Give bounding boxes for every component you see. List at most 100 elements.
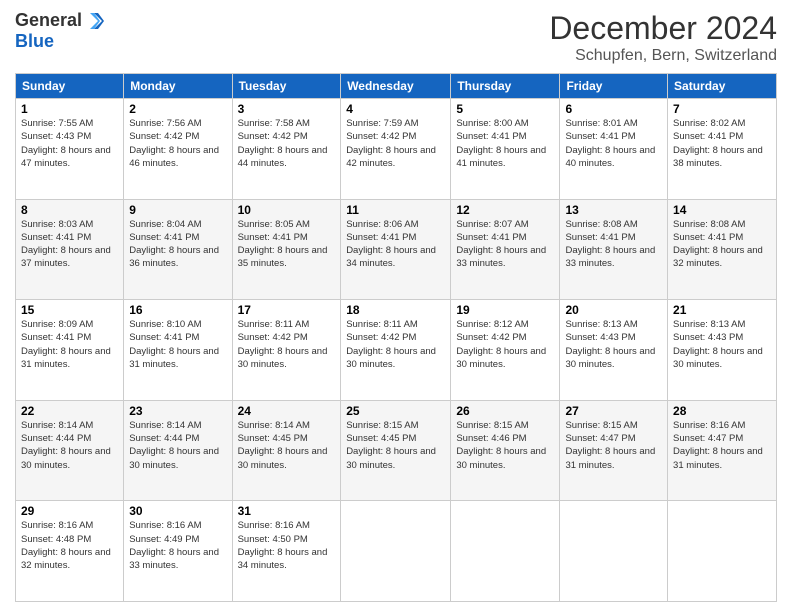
day-info: Sunrise: 8:16 AMSunset: 4:49 PMDaylight:… [129,519,226,572]
day-number: 12 [456,203,554,217]
day-info: Sunrise: 8:10 AMSunset: 4:41 PMDaylight:… [129,318,226,371]
table-row: 6 Sunrise: 8:01 AMSunset: 4:41 PMDayligh… [560,99,668,200]
day-info: Sunrise: 8:11 AMSunset: 4:42 PMDaylight:… [238,318,336,371]
table-row: 21 Sunrise: 8:13 AMSunset: 4:43 PMDaylig… [668,300,777,401]
calendar-week-row: 1 Sunrise: 7:55 AMSunset: 4:43 PMDayligh… [16,99,777,200]
day-number: 6 [565,102,662,116]
day-info: Sunrise: 8:12 AMSunset: 4:42 PMDaylight:… [456,318,554,371]
table-row: 26 Sunrise: 8:15 AMSunset: 4:46 PMDaylig… [451,400,560,501]
table-row: 28 Sunrise: 8:16 AMSunset: 4:47 PMDaylig… [668,400,777,501]
day-info: Sunrise: 8:14 AMSunset: 4:45 PMDaylight:… [238,419,336,472]
table-row: 15 Sunrise: 8:09 AMSunset: 4:41 PMDaylig… [16,300,124,401]
day-info: Sunrise: 8:14 AMSunset: 4:44 PMDaylight:… [129,419,226,472]
day-info: Sunrise: 8:08 AMSunset: 4:41 PMDaylight:… [673,218,771,271]
day-number: 14 [673,203,771,217]
page: General Blue December 2024 Schupfen, Ber… [0,0,792,612]
day-info: Sunrise: 7:58 AMSunset: 4:42 PMDaylight:… [238,117,336,170]
table-row: 5 Sunrise: 8:00 AMSunset: 4:41 PMDayligh… [451,99,560,200]
day-number: 23 [129,404,226,418]
month-title: December 2024 [549,10,777,47]
calendar-week-row: 15 Sunrise: 8:09 AMSunset: 4:41 PMDaylig… [16,300,777,401]
day-info: Sunrise: 8:13 AMSunset: 4:43 PMDaylight:… [673,318,771,371]
day-number: 5 [456,102,554,116]
day-number: 26 [456,404,554,418]
day-info: Sunrise: 8:16 AMSunset: 4:48 PMDaylight:… [21,519,118,572]
day-number: 17 [238,303,336,317]
table-row: 12 Sunrise: 8:07 AMSunset: 4:41 PMDaylig… [451,199,560,300]
col-sunday: Sunday [16,74,124,99]
table-row: 27 Sunrise: 8:15 AMSunset: 4:47 PMDaylig… [560,400,668,501]
table-row: 18 Sunrise: 8:11 AMSunset: 4:42 PMDaylig… [341,300,451,401]
calendar-week-row: 8 Sunrise: 8:03 AMSunset: 4:41 PMDayligh… [16,199,777,300]
table-row: 2 Sunrise: 7:56 AMSunset: 4:42 PMDayligh… [124,99,232,200]
day-number: 18 [346,303,445,317]
header: General Blue December 2024 Schupfen, Ber… [15,10,777,65]
day-number: 19 [456,303,554,317]
day-info: Sunrise: 8:05 AMSunset: 4:41 PMDaylight:… [238,218,336,271]
col-friday: Friday [560,74,668,99]
day-number: 20 [565,303,662,317]
day-number: 25 [346,404,445,418]
day-number: 31 [238,504,336,518]
day-info: Sunrise: 8:15 AMSunset: 4:45 PMDaylight:… [346,419,445,472]
col-wednesday: Wednesday [341,74,451,99]
day-number: 9 [129,203,226,217]
day-info: Sunrise: 8:15 AMSunset: 4:47 PMDaylight:… [565,419,662,472]
day-info: Sunrise: 8:03 AMSunset: 4:41 PMDaylight:… [21,218,118,271]
table-row: 31 Sunrise: 8:16 AMSunset: 4:50 PMDaylig… [232,501,341,602]
day-number: 7 [673,102,771,116]
col-tuesday: Tuesday [232,74,341,99]
day-number: 1 [21,102,118,116]
table-row: 24 Sunrise: 8:14 AMSunset: 4:45 PMDaylig… [232,400,341,501]
day-info: Sunrise: 7:59 AMSunset: 4:42 PMDaylight:… [346,117,445,170]
table-row: 7 Sunrise: 8:02 AMSunset: 4:41 PMDayligh… [668,99,777,200]
table-row: 14 Sunrise: 8:08 AMSunset: 4:41 PMDaylig… [668,199,777,300]
day-number: 2 [129,102,226,116]
day-number: 11 [346,203,445,217]
day-info: Sunrise: 8:08 AMSunset: 4:41 PMDaylight:… [565,218,662,271]
logo-icon [84,11,104,31]
table-row: 20 Sunrise: 8:13 AMSunset: 4:43 PMDaylig… [560,300,668,401]
title-block: December 2024 Schupfen, Bern, Switzerlan… [549,10,777,65]
day-info: Sunrise: 8:06 AMSunset: 4:41 PMDaylight:… [346,218,445,271]
table-row: 22 Sunrise: 8:14 AMSunset: 4:44 PMDaylig… [16,400,124,501]
table-row: 10 Sunrise: 8:05 AMSunset: 4:41 PMDaylig… [232,199,341,300]
location-subtitle: Schupfen, Bern, Switzerland [549,47,777,65]
day-info: Sunrise: 8:16 AMSunset: 4:50 PMDaylight:… [238,519,336,572]
table-row: 11 Sunrise: 8:06 AMSunset: 4:41 PMDaylig… [341,199,451,300]
table-row: 13 Sunrise: 8:08 AMSunset: 4:41 PMDaylig… [560,199,668,300]
day-number: 24 [238,404,336,418]
day-number: 16 [129,303,226,317]
logo: General Blue [15,10,104,52]
table-row: 17 Sunrise: 8:11 AMSunset: 4:42 PMDaylig… [232,300,341,401]
calendar-week-row: 22 Sunrise: 8:14 AMSunset: 4:44 PMDaylig… [16,400,777,501]
day-info: Sunrise: 8:02 AMSunset: 4:41 PMDaylight:… [673,117,771,170]
day-info: Sunrise: 8:16 AMSunset: 4:47 PMDaylight:… [673,419,771,472]
day-number: 3 [238,102,336,116]
day-info: Sunrise: 8:14 AMSunset: 4:44 PMDaylight:… [21,419,118,472]
table-row: 9 Sunrise: 8:04 AMSunset: 4:41 PMDayligh… [124,199,232,300]
day-number: 28 [673,404,771,418]
day-number: 10 [238,203,336,217]
day-number: 27 [565,404,662,418]
day-number: 13 [565,203,662,217]
day-info: Sunrise: 7:55 AMSunset: 4:43 PMDaylight:… [21,117,118,170]
col-saturday: Saturday [668,74,777,99]
day-info: Sunrise: 8:01 AMSunset: 4:41 PMDaylight:… [565,117,662,170]
table-row: 16 Sunrise: 8:10 AMSunset: 4:41 PMDaylig… [124,300,232,401]
table-row [451,501,560,602]
table-row: 3 Sunrise: 7:58 AMSunset: 4:42 PMDayligh… [232,99,341,200]
table-row: 29 Sunrise: 8:16 AMSunset: 4:48 PMDaylig… [16,501,124,602]
table-row: 23 Sunrise: 8:14 AMSunset: 4:44 PMDaylig… [124,400,232,501]
day-info: Sunrise: 8:13 AMSunset: 4:43 PMDaylight:… [565,318,662,371]
day-info: Sunrise: 8:07 AMSunset: 4:41 PMDaylight:… [456,218,554,271]
table-row: 19 Sunrise: 8:12 AMSunset: 4:42 PMDaylig… [451,300,560,401]
col-thursday: Thursday [451,74,560,99]
calendar-header-row: Sunday Monday Tuesday Wednesday Thursday… [16,74,777,99]
logo-blue: Blue [15,31,54,52]
day-number: 15 [21,303,118,317]
day-info: Sunrise: 8:00 AMSunset: 4:41 PMDaylight:… [456,117,554,170]
table-row [668,501,777,602]
calendar-week-row: 29 Sunrise: 8:16 AMSunset: 4:48 PMDaylig… [16,501,777,602]
day-info: Sunrise: 8:15 AMSunset: 4:46 PMDaylight:… [456,419,554,472]
